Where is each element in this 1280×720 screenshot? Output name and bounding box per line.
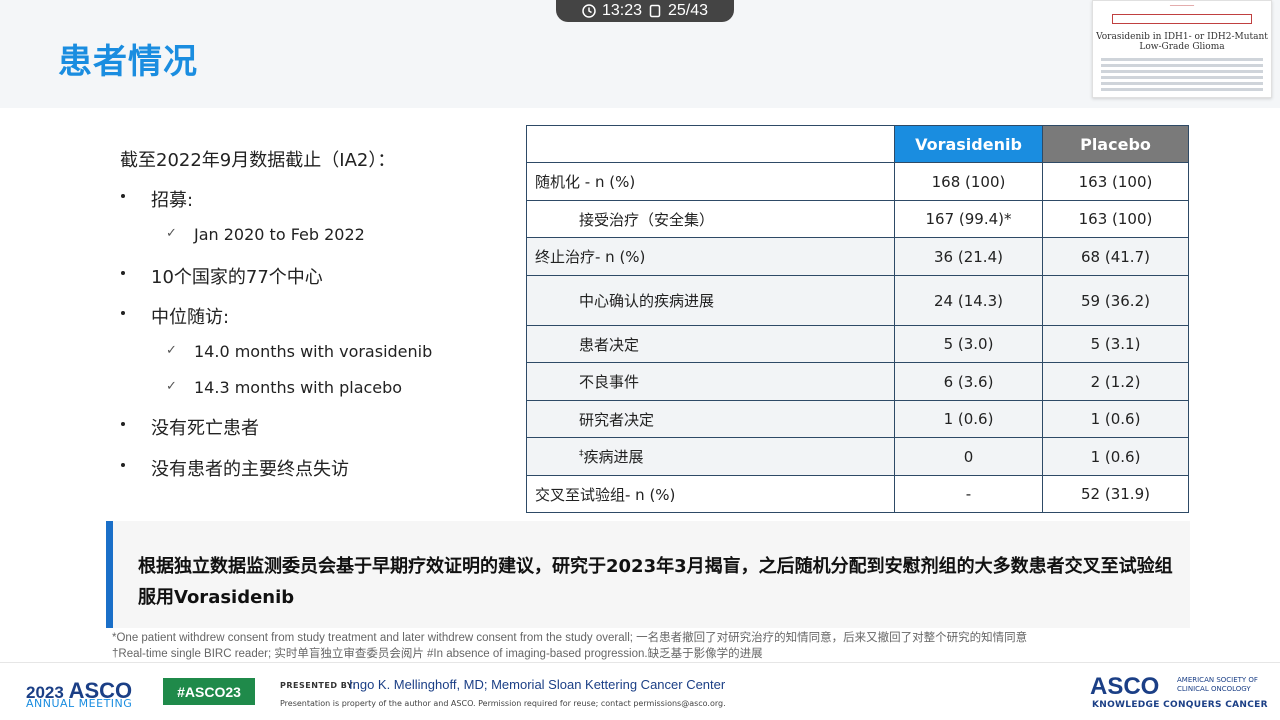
bullet-dot: [121, 311, 125, 315]
cell-placebo: 52 (31.9): [1042, 475, 1189, 513]
sub-followup-vora: ✓ 14.0 months with vorasidenib: [166, 342, 433, 361]
slide-footer: 2023 ASCO ANNUAL MEETING #ASCO23 PRESENT…: [0, 662, 1280, 720]
cell-vorasidenib: 168 (100): [894, 162, 1043, 201]
cell-placebo: 163 (100): [1042, 162, 1189, 201]
cell-vorasidenib: 24 (14.3): [894, 275, 1043, 326]
paper-author-lines: [1101, 58, 1263, 91]
bullet-dot: [121, 463, 125, 467]
row-label: 随机化 - n (%): [526, 162, 895, 201]
row-label: 终止治疗- n (%): [526, 237, 895, 276]
meeting-name: ANNUAL MEETING: [26, 697, 133, 710]
asco-tagline: KNOWLEDGE CONQUERS CANCER: [1092, 700, 1268, 710]
bullet-followup: 中位随访:: [121, 303, 229, 329]
bullet-dot: [121, 194, 125, 198]
row-label: 交叉至试验组- n (%): [526, 475, 895, 513]
table-row: 不良事件 6 (3.6) 2 (1.2): [526, 362, 1189, 401]
sub-recruit-period: ✓ Jan 2020 to Feb 2022: [166, 225, 365, 244]
table-header-row: Vorasidenib Placebo: [526, 125, 1189, 163]
table-row: ‡疾病进展 0 1 (0.6): [526, 437, 1189, 476]
cell-vorasidenib: 0: [894, 437, 1043, 476]
key-message-callout: 根据独立数据监测委员会基于早期疗效证明的建议，研究于2023年3月揭盲，之后随机…: [106, 521, 1190, 628]
data-cutoff-intro: 截至2022年9月数据截止（IA2）：: [120, 150, 396, 171]
presented-by-label: PRESENTED BY:: [280, 681, 357, 690]
row-label: ‡疾病进展: [526, 437, 895, 476]
check-icon: ✓: [166, 226, 177, 241]
cell-placebo: 1 (0.6): [1042, 437, 1189, 476]
bullet-no-death: 没有死亡患者: [121, 414, 259, 440]
callout-text: 根据独立数据监测委员会基于早期疗效证明的建议，研究于2023年3月揭盲，之后随机…: [138, 556, 1173, 608]
cell-vorasidenib: -: [894, 475, 1043, 513]
cell-placebo: 2 (1.2): [1042, 362, 1189, 401]
row-label: 患者决定: [526, 325, 895, 363]
table-row: 研究者决定 1 (0.6) 1 (0.6): [526, 400, 1189, 438]
table-row: 随机化 - n (%) 168 (100) 163 (100): [526, 162, 1189, 201]
clock-icon: [582, 4, 596, 18]
row-label: 不良事件: [526, 362, 895, 401]
article-tag: [1112, 14, 1252, 24]
row-label: 中心确认的疾病进展: [526, 275, 895, 326]
header-vorasidenib: Vorasidenib: [894, 125, 1043, 163]
presentation-slide: 13:23 25/43 患者情况 ──────── Vorasidenib in…: [0, 0, 1280, 720]
page-counter: 25/43: [668, 2, 709, 19]
cell-vorasidenib: 1 (0.6): [894, 400, 1043, 438]
check-icon: ✓: [166, 379, 177, 394]
bullet-dot: [121, 271, 125, 275]
header-placebo: Placebo: [1042, 125, 1189, 163]
table-row: 患者决定 5 (3.0) 5 (3.1): [526, 325, 1189, 363]
bullet-dot: [121, 422, 125, 426]
check-icon: ✓: [166, 343, 177, 358]
slide-title: 患者情况: [58, 42, 198, 82]
presenter-name: Ingo K. Mellinghoff, MD; Memorial Sloan …: [349, 677, 726, 692]
table-row: 终止治疗- n (%) 36 (21.4) 68 (41.7): [526, 237, 1189, 276]
row-label: 接受治疗（安全集）: [526, 200, 895, 238]
player-status-bar: 13:23 25/43: [556, 0, 734, 22]
cell-vorasidenib: 167 (99.4)*: [894, 200, 1043, 238]
cell-placebo: 5 (3.1): [1042, 325, 1189, 363]
cell-placebo: 59 (36.2): [1042, 275, 1189, 326]
header-blank-cell: [526, 125, 895, 163]
footnote-birc: †Real-time single BIRC reader; 实时单盲独立审查委…: [112, 648, 763, 660]
footnote-consent: *One patient withdrew consent from study…: [112, 632, 1028, 644]
table-row: 交叉至试验组- n (%) - 52 (31.9): [526, 475, 1189, 513]
cell-placebo: 68 (41.7): [1042, 237, 1189, 276]
row-label: 研究者决定: [526, 400, 895, 438]
bullet-recruit: 招募:: [121, 186, 193, 212]
bullet-centers: 10个国家的77个中心: [121, 263, 323, 289]
cell-placebo: 1 (0.6): [1042, 400, 1189, 438]
hashtag-badge: #ASCO23: [163, 678, 255, 705]
asco-org-name: AMERICAN SOCIETY OF CLINICAL ONCOLOGY: [1177, 676, 1258, 693]
bullet-no-loss: 没有患者的主要终点失访: [121, 455, 349, 481]
page-icon: [649, 4, 661, 18]
sub-followup-placebo: ✓ 14.3 months with placebo: [166, 378, 403, 397]
patient-disposition-table: Vorasidenib Placebo 随机化 - n (%) 168 (100…: [526, 125, 1189, 513]
cell-vorasidenib: 6 (3.6): [894, 362, 1043, 401]
cell-vorasidenib: 5 (3.0): [894, 325, 1043, 363]
table-row: 接受治疗（安全集） 167 (99.4)* 163 (100): [526, 200, 1189, 238]
elapsed-time: 13:23: [601, 2, 642, 19]
paper-thumbnail: ──────── Vorasidenib in IDH1- or IDH2-Mu…: [1092, 0, 1272, 98]
asco-logo: ASCO: [1090, 673, 1160, 700]
cell-vorasidenib: 36 (21.4): [894, 237, 1043, 276]
copyright-note: Presentation is property of the author a…: [280, 699, 726, 708]
table-row: 中心确认的疾病进展 24 (14.3) 59 (36.2): [526, 275, 1189, 326]
journal-masthead: ────────: [1169, 3, 1195, 9]
cell-placebo: 163 (100): [1042, 200, 1189, 238]
paper-title: Vorasidenib in IDH1- or IDH2-Mutant Low-…: [1096, 32, 1268, 52]
